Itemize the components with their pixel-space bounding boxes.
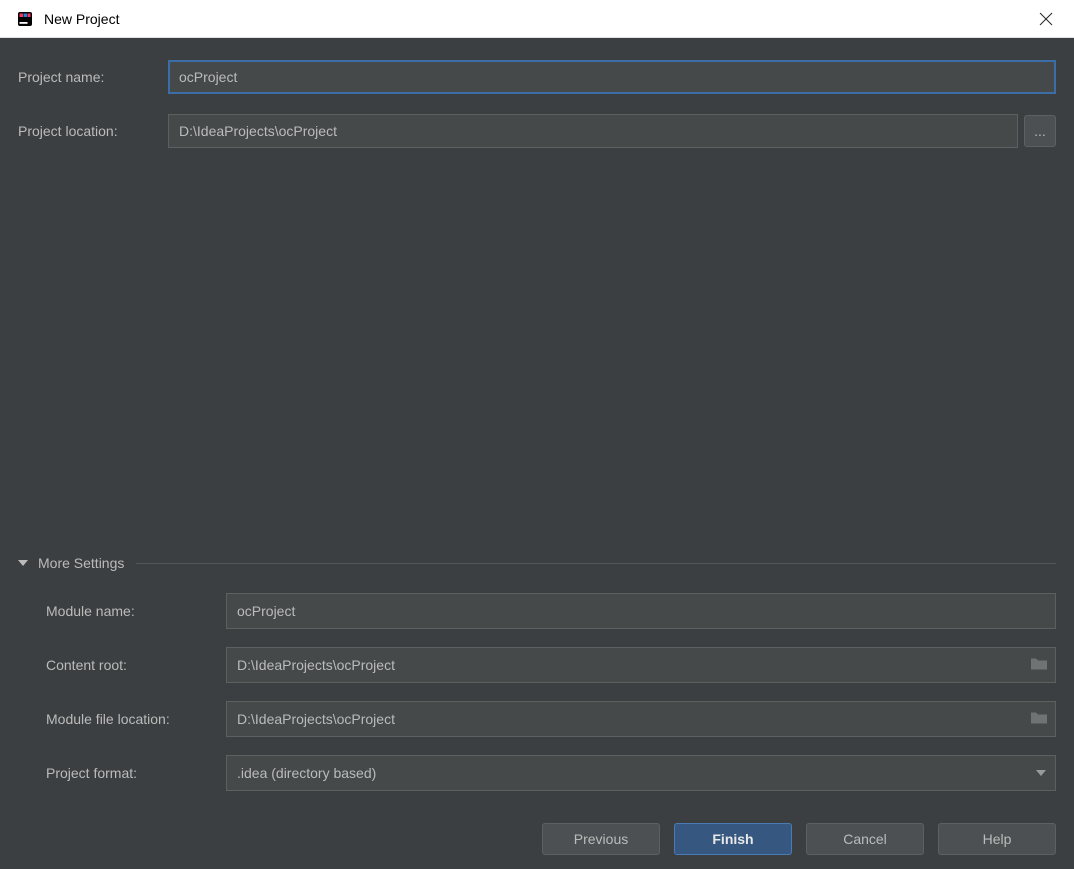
project-location-label: Project location: xyxy=(18,123,168,139)
help-button[interactable]: Help xyxy=(938,823,1056,855)
project-format-select[interactable]: .idea (directory based) xyxy=(226,755,1056,791)
content-root-label: Content root: xyxy=(46,657,226,673)
cancel-button[interactable]: Cancel xyxy=(806,823,924,855)
previous-button[interactable]: Previous xyxy=(542,823,660,855)
titlebar: New Project xyxy=(0,0,1074,38)
app-icon xyxy=(16,10,34,28)
more-settings-panel: Module name: Content root: Module file l… xyxy=(18,571,1056,791)
button-label: Cancel xyxy=(843,831,887,847)
project-name-label: Project name: xyxy=(18,69,168,85)
project-format-value: .idea (directory based) xyxy=(237,765,376,781)
finish-button[interactable]: Finish xyxy=(674,823,792,855)
content-root-input[interactable] xyxy=(226,647,1056,683)
close-button[interactable] xyxy=(1026,0,1066,38)
button-label: Finish xyxy=(712,831,753,847)
module-file-location-input[interactable] xyxy=(226,701,1056,737)
button-label: Help xyxy=(983,831,1012,847)
browse-label: ... xyxy=(1034,123,1046,139)
chevron-down-icon xyxy=(1036,770,1046,776)
module-name-input[interactable] xyxy=(226,593,1056,629)
dialog-content: Project name: Project location: ... More… xyxy=(0,38,1074,869)
project-location-input[interactable] xyxy=(168,114,1018,148)
module-name-label: Module name: xyxy=(46,603,226,619)
more-settings-toggle[interactable]: More Settings xyxy=(18,555,1056,571)
project-basic-form: Project name: Project location: ... xyxy=(18,60,1056,148)
chevron-down-icon xyxy=(18,560,28,566)
button-label: Previous xyxy=(574,831,628,847)
browse-location-button[interactable]: ... xyxy=(1024,115,1056,147)
window-title: New Project xyxy=(44,11,1026,27)
divider xyxy=(136,563,1056,564)
project-format-label: Project format: xyxy=(46,765,226,781)
project-name-input[interactable] xyxy=(168,60,1056,94)
new-project-window: New Project Project name: Project locati… xyxy=(0,0,1074,869)
dialog-button-bar: Previous Finish Cancel Help xyxy=(18,823,1056,855)
close-icon xyxy=(1039,12,1053,26)
more-settings-label: More Settings xyxy=(38,555,124,571)
module-file-location-label: Module file location: xyxy=(46,711,226,727)
flex-spacer xyxy=(18,148,1056,535)
